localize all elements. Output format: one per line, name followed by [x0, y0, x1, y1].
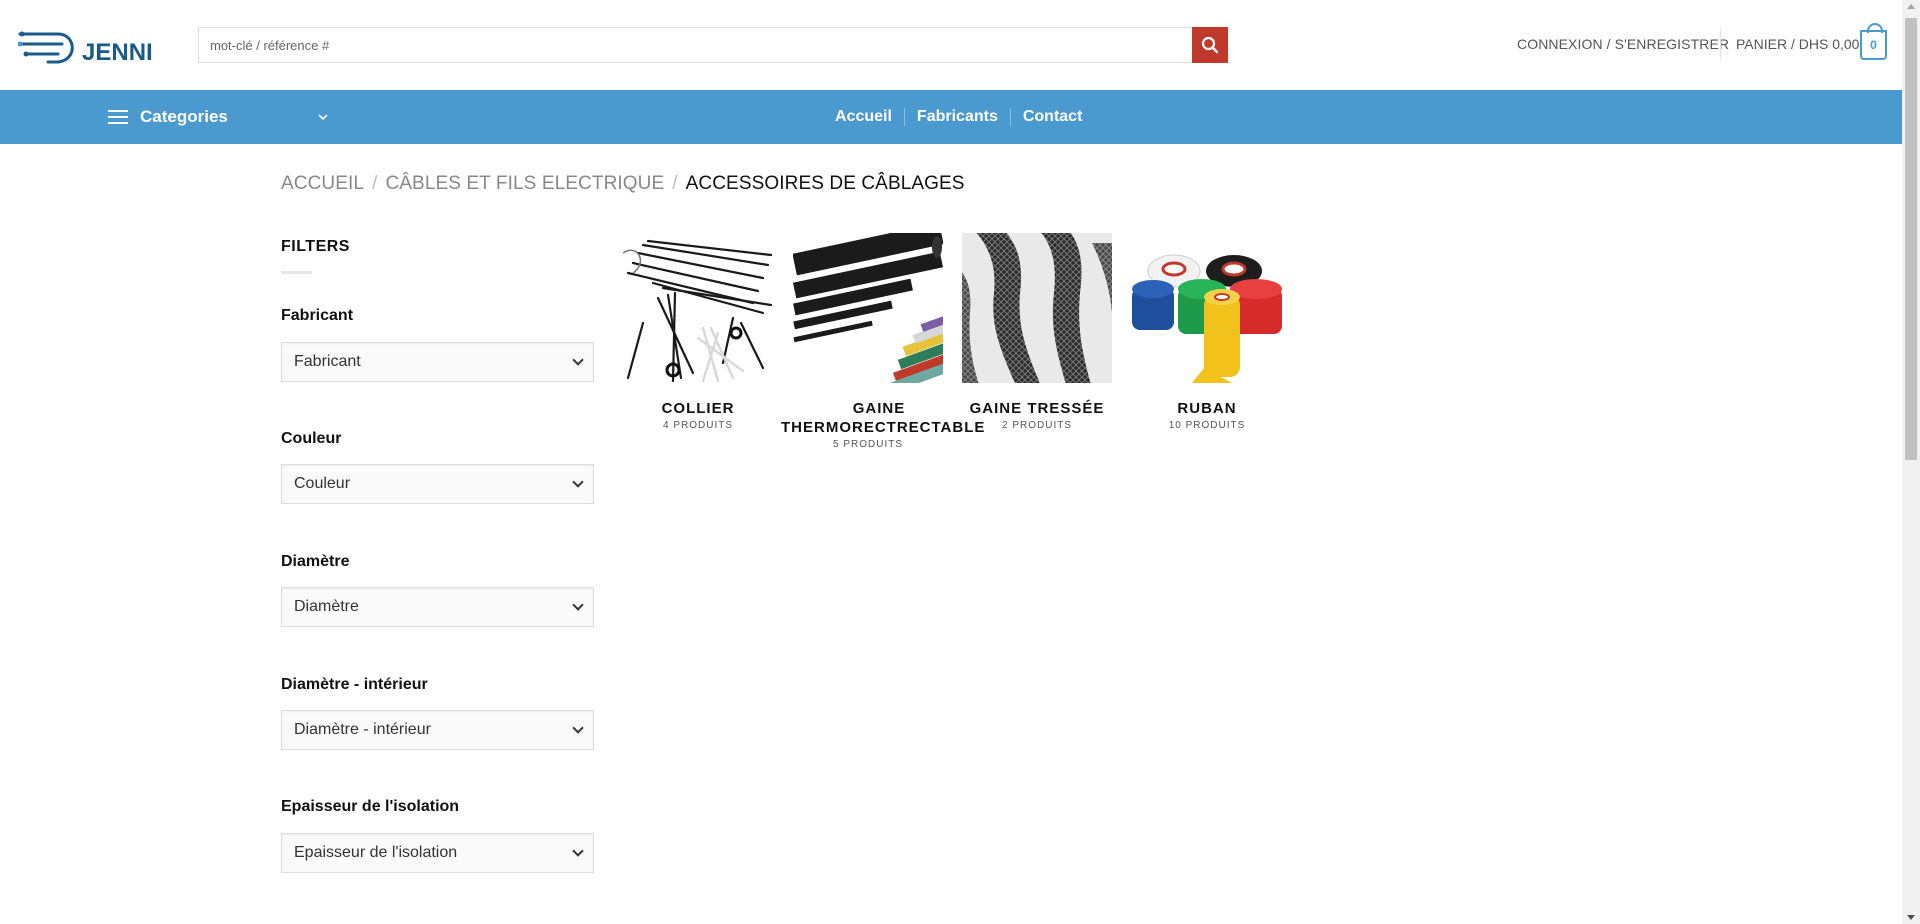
breadcrumb-separator: / [672, 173, 678, 194]
categories-menu[interactable]: Categories [108, 90, 328, 144]
category-count: 10 PRODUITS [1168, 420, 1246, 431]
scroll-up-icon[interactable] [1907, 4, 1915, 9]
filter-select-value: Diamètre [294, 598, 359, 615]
cart-count: 0 [1870, 38, 1877, 52]
header-divider [1720, 29, 1721, 59]
filter-label-diametre-interieur: Diamètre - intérieur [281, 676, 428, 693]
chevron-down-icon [572, 599, 584, 611]
breadcrumb-separator: / [372, 173, 378, 194]
filter-label-fabricant: Fabricant [281, 307, 354, 324]
nav-link-contact[interactable]: Contact [1009, 108, 1095, 126]
cart-icon[interactable]: 0 [1860, 23, 1887, 60]
nav-links: Accueil Fabricants Contact [823, 90, 1094, 144]
categories-label: Categories [140, 107, 228, 126]
filters-title: FILTERS [281, 238, 350, 255]
breadcrumb-current: ACCESSOIRES DE CÂBLAGES [685, 173, 965, 194]
cart-link[interactable]: PANIER / DHS 0,00 [1736, 36, 1859, 52]
category-name[interactable]: GAINE THERMORECTRECTABLE [781, 399, 984, 437]
filter-label-epaisseur-isolation: Epaisseur de l'isolation [281, 798, 460, 815]
chevron-down-icon [318, 110, 328, 124]
login-register-link[interactable]: CONNEXION / S'ENREGISTRER [1517, 36, 1729, 52]
category-count: 2 PRODUITS [1001, 420, 1072, 431]
tape-rolls-image[interactable] [1132, 233, 1282, 383]
breadcrumb: ACCUEIL / CÂBLES ET FILS ELECTRIQUE / ACCESS… [281, 173, 965, 195]
chevron-down-icon [572, 845, 584, 857]
category-name[interactable]: GAINE TRESSÉE [962, 399, 1112, 418]
breadcrumb-cables[interactable]: CÂBLES ET FILS ELECTRIQUE [385, 173, 664, 194]
filter-select-fabricant[interactable]: Fabricant [281, 342, 594, 382]
search-bar [198, 27, 1228, 63]
category-name[interactable]: RUBAN [1132, 399, 1282, 418]
scroll-down-icon[interactable] [1907, 915, 1915, 920]
category-card-gaine-thermo[interactable]: GAINE THERMORECTRECTABLE 5 PRODUITS [781, 233, 984, 450]
filter-label-couleur: Couleur [281, 430, 342, 447]
filters-underline [281, 271, 312, 274]
filter-select-value: Epaisseur de l'isolation [294, 844, 458, 861]
filter-select-epaisseur-isolation[interactable]: Epaisseur de l'isolation [281, 833, 594, 873]
category-card-collier[interactable]: COLLIER 4 PRODUITS [623, 233, 773, 431]
filter-label-diametre: Diamètre [281, 553, 350, 570]
chevron-down-icon [572, 722, 584, 734]
filter-select-value: Fabricant [294, 353, 361, 370]
scroll-thumb[interactable] [1905, 18, 1917, 460]
main-nav: Categories Accueil Fabricants Contact [0, 90, 1902, 144]
braided-sleeve-image[interactable] [962, 233, 1112, 383]
heat-shrink-tubing-image[interactable] [793, 233, 943, 383]
category-card-ruban[interactable]: RUBAN 10 PRODUITS [1132, 233, 1282, 431]
filter-select-couleur[interactable]: Couleur [281, 464, 594, 504]
category-count: 4 PRODUITS [662, 420, 733, 431]
filter-select-value: Diamètre - intérieur [294, 721, 431, 738]
nav-link-fabricants[interactable]: Fabricants [903, 108, 1010, 126]
search-button[interactable] [1192, 27, 1228, 63]
filter-select-diametre[interactable]: Diamètre [281, 587, 594, 627]
category-card-gaine-tressee[interactable]: GAINE TRESSÉE 2 PRODUITS [962, 233, 1112, 431]
logo-text: JENNI [82, 39, 153, 66]
site-logo[interactable]: JENNI [17, 20, 168, 70]
chevron-down-icon [572, 476, 584, 488]
breadcrumb-home[interactable]: ACCUEIL [281, 173, 364, 194]
category-name[interactable]: COLLIER [623, 399, 773, 418]
filter-select-diametre-interieur[interactable]: Diamètre - intérieur [281, 710, 594, 750]
site-header: JENNI CONNEXION / S'ENREGISTRER PANIER /… [0, 0, 1902, 90]
chevron-down-icon [572, 354, 584, 366]
menu-icon [108, 110, 128, 124]
cable-ties-image[interactable] [623, 233, 773, 383]
category-name-text: GAINE THERMORECTRECTABLE [781, 400, 986, 436]
category-count: 5 PRODUITS [832, 439, 903, 450]
nav-link-accueil[interactable]: Accueil [823, 108, 904, 126]
page-scrollbar[interactable] [1902, 0, 1920, 924]
search-input[interactable] [199, 28, 1193, 62]
search-icon [1201, 36, 1219, 54]
filter-select-value: Couleur [294, 475, 351, 492]
